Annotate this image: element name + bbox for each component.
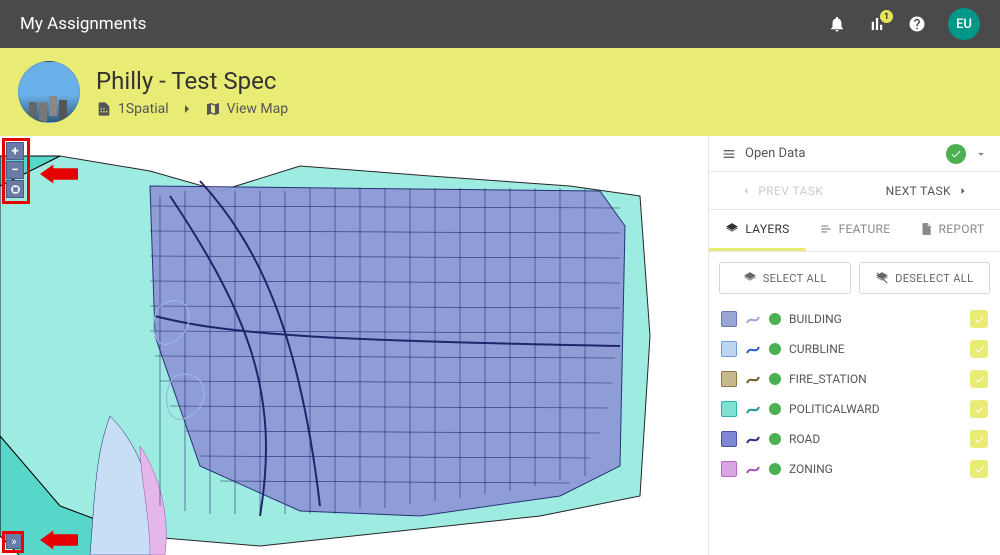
layer-visible-toggle[interactable] [970, 310, 988, 328]
layer-visible-toggle[interactable] [970, 370, 988, 388]
map-canvas[interactable]: + − » [0, 136, 708, 555]
layer-status-dot [769, 313, 781, 325]
side-panel: Open Data PREV TASK NEXT TASK LAYERS [708, 136, 1000, 555]
chevron-down-icon[interactable] [974, 147, 988, 161]
main: + − » Open Data PRE [0, 136, 1000, 555]
tab-feature[interactable]: FEATURE [806, 210, 903, 251]
layer-item[interactable]: CURBLINE [709, 334, 1000, 364]
layer-label: FIRE_STATION [789, 372, 962, 386]
layer-line-icon [745, 311, 761, 327]
prev-task-label: PREV TASK [758, 184, 823, 198]
layer-label: CURBLINE [789, 342, 962, 356]
layer-label: ROAD [789, 432, 962, 446]
annotation-highlight-expand [2, 531, 24, 553]
deselect-all-button[interactable]: DESELECT ALL [859, 262, 991, 294]
select-all-button[interactable]: SELECT ALL [719, 262, 851, 294]
tab-layers[interactable]: LAYERS [709, 210, 806, 251]
page-title: My Assignments [20, 14, 146, 34]
layer-item[interactable]: ZONING [709, 454, 1000, 484]
annotation-arrow-top [40, 164, 78, 184]
project-header: Philly - Test Spec 1Spatial View Map [0, 48, 1000, 136]
layer-item[interactable]: ROAD [709, 424, 1000, 454]
annotation-arrow-bottom [40, 530, 78, 550]
project-thumbnail [18, 61, 80, 123]
project-title: Philly - Test Spec [96, 67, 288, 95]
next-task-label: NEXT TASK [886, 184, 951, 198]
layer-visible-toggle[interactable] [970, 400, 988, 418]
layer-label: ZONING [789, 462, 962, 476]
tab-report[interactable]: REPORT [903, 210, 1000, 251]
layer-label: POLITICALWARD [789, 402, 962, 416]
breadcrumb: 1Spatial View Map [96, 101, 288, 117]
layer-swatch-icon [721, 371, 737, 387]
avatar[interactable]: EU [948, 8, 980, 40]
map-svg [0, 136, 708, 555]
layer-list: BUILDING CURBLINE FIRE_STATION [709, 304, 1000, 484]
chart-icon[interactable]: 1 [868, 15, 886, 33]
layer-swatch-icon [721, 311, 737, 327]
layer-swatch-icon [721, 401, 737, 417]
layer-item[interactable]: POLITICALWARD [709, 394, 1000, 424]
breadcrumb-org-label: 1Spatial [118, 101, 169, 117]
breadcrumb-viewmap[interactable]: View Map [205, 101, 288, 117]
tab-report-label: REPORT [939, 222, 985, 236]
breadcrumb-viewmap-label: View Map [227, 101, 288, 117]
topbar-actions: 1 EU [828, 8, 980, 40]
layer-status-dot [769, 433, 781, 445]
layer-label: BUILDING [789, 312, 962, 326]
chevron-right-icon [179, 101, 195, 117]
panel-title[interactable]: Open Data [745, 146, 938, 161]
layer-status-dot [769, 373, 781, 385]
deselect-all-label: DESELECT ALL [895, 272, 973, 285]
layer-status-dot [769, 463, 781, 475]
project-info: Philly - Test Spec 1Spatial View Map [96, 67, 288, 117]
bell-icon[interactable] [828, 15, 846, 33]
layer-line-icon [745, 431, 761, 447]
layer-line-icon [745, 341, 761, 357]
topbar: My Assignments 1 EU [0, 0, 1000, 48]
layer-swatch-icon [721, 431, 737, 447]
layer-item[interactable]: BUILDING [709, 304, 1000, 334]
panel-header: Open Data [709, 136, 1000, 172]
layer-visible-toggle[interactable] [970, 460, 988, 478]
tab-feature-label: FEATURE [839, 222, 891, 236]
layer-item[interactable]: FIRE_STATION [709, 364, 1000, 394]
panel-tabs: LAYERS FEATURE REPORT [709, 210, 1000, 252]
layer-visible-toggle[interactable] [970, 430, 988, 448]
layer-line-icon [745, 401, 761, 417]
layer-swatch-icon [721, 341, 737, 357]
prev-task-button: PREV TASK [709, 172, 855, 209]
next-task-button[interactable]: NEXT TASK [855, 172, 1000, 209]
tab-layers-label: LAYERS [745, 222, 789, 236]
status-ok-icon[interactable] [946, 144, 966, 164]
select-all-label: SELECT ALL [763, 272, 827, 285]
annotation-highlight-zoom [2, 138, 30, 204]
layer-line-icon [745, 461, 761, 477]
layer-swatch-icon [721, 461, 737, 477]
select-row: SELECT ALL DESELECT ALL [709, 252, 1000, 304]
help-icon[interactable] [908, 15, 926, 33]
layer-line-icon [745, 371, 761, 387]
task-nav: PREV TASK NEXT TASK [709, 172, 1000, 210]
breadcrumb-org[interactable]: 1Spatial [96, 101, 169, 117]
chart-badge: 1 [880, 10, 893, 23]
layer-status-dot [769, 343, 781, 355]
layer-status-dot [769, 403, 781, 415]
layer-visible-toggle[interactable] [970, 340, 988, 358]
list-icon [721, 146, 737, 162]
